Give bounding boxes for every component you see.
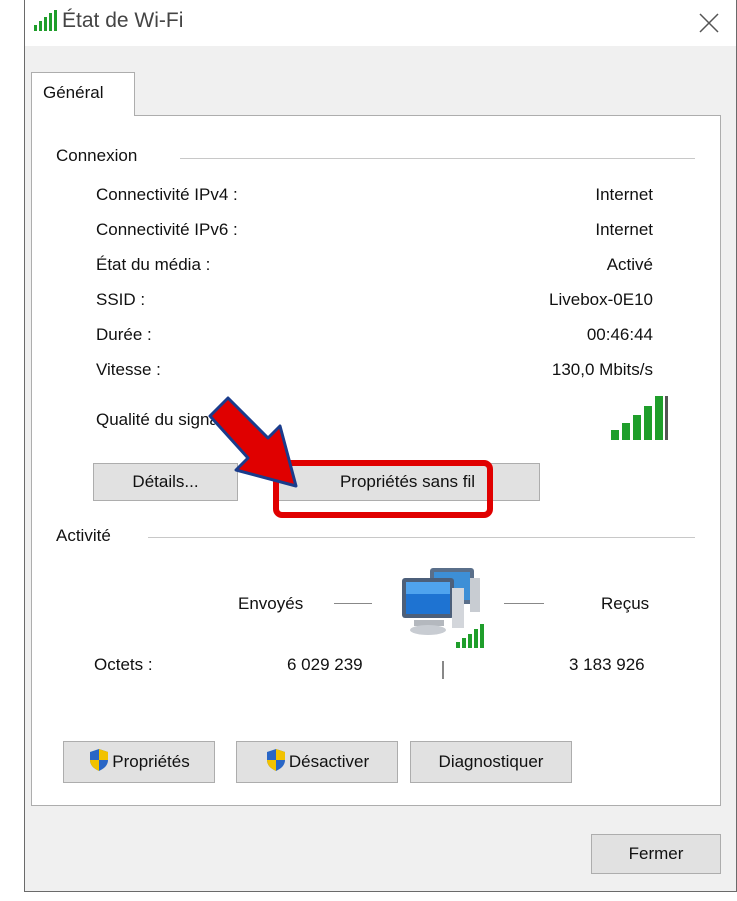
diagnose-button[interactable]: Diagnostiquer [410,741,572,783]
tab-general[interactable]: Général [31,72,135,116]
window-title: État de Wi-Fi [62,9,184,32]
bytes-sent-value: 6 029 239 [287,655,363,674]
bytes-label: Octets : [94,655,153,674]
close-icon [699,13,719,33]
title-bar: État de Wi-Fi [25,0,736,46]
ipv6-value: Internet [595,220,653,239]
duration-label: Durée : [96,325,152,344]
wifi-status-dialog: État de Wi-Fi Général Connexion Connecti… [24,0,737,891]
red-highlight-box [273,460,493,518]
ipv4-label: Connectivité IPv4 : [96,185,238,204]
ssid-value: Livebox-0E10 [549,290,653,309]
connexion-divider [180,158,695,159]
media-state-value: Activé [606,255,653,274]
signal-bars-icon [609,394,671,447]
duration-value: 00:46:44 [586,325,653,344]
ssid-label: SSID : [96,290,146,309]
speed-label: Vitesse : [96,360,161,379]
activity-divider-tick [442,661,444,679]
wifi-signal-icon [33,10,59,37]
disable-button-label: Désactiver [288,752,370,771]
sent-label: Envoyés [238,594,304,613]
speed-value: 130,0 Mbits/s [551,360,653,379]
close-button[interactable]: Fermer [591,834,721,874]
sent-connector-line [334,603,372,604]
uac-shield-icon [88,748,110,777]
ipv6-label: Connectivité IPv6 : [96,220,238,239]
red-arrow-annotation [204,394,304,497]
disable-button[interactable]: Désactiver [236,741,398,783]
window-bottom-border [24,891,737,901]
connexion-section-label: Connexion [56,146,138,166]
received-connector-line [504,603,544,604]
uac-shield-icon [265,748,287,777]
bytes-received-value: 3 183 926 [569,655,645,674]
activity-section-label: Activité [56,526,111,546]
media-state-label: État du média : [96,255,211,274]
ipv4-value: Internet [595,185,653,204]
properties-button-label: Propriétés [112,752,190,771]
network-computers-icon [400,564,506,655]
received-label: Reçus [601,594,650,613]
properties-button[interactable]: Propriétés [63,741,215,783]
activity-divider [148,537,695,538]
close-window-button[interactable] [686,2,730,42]
